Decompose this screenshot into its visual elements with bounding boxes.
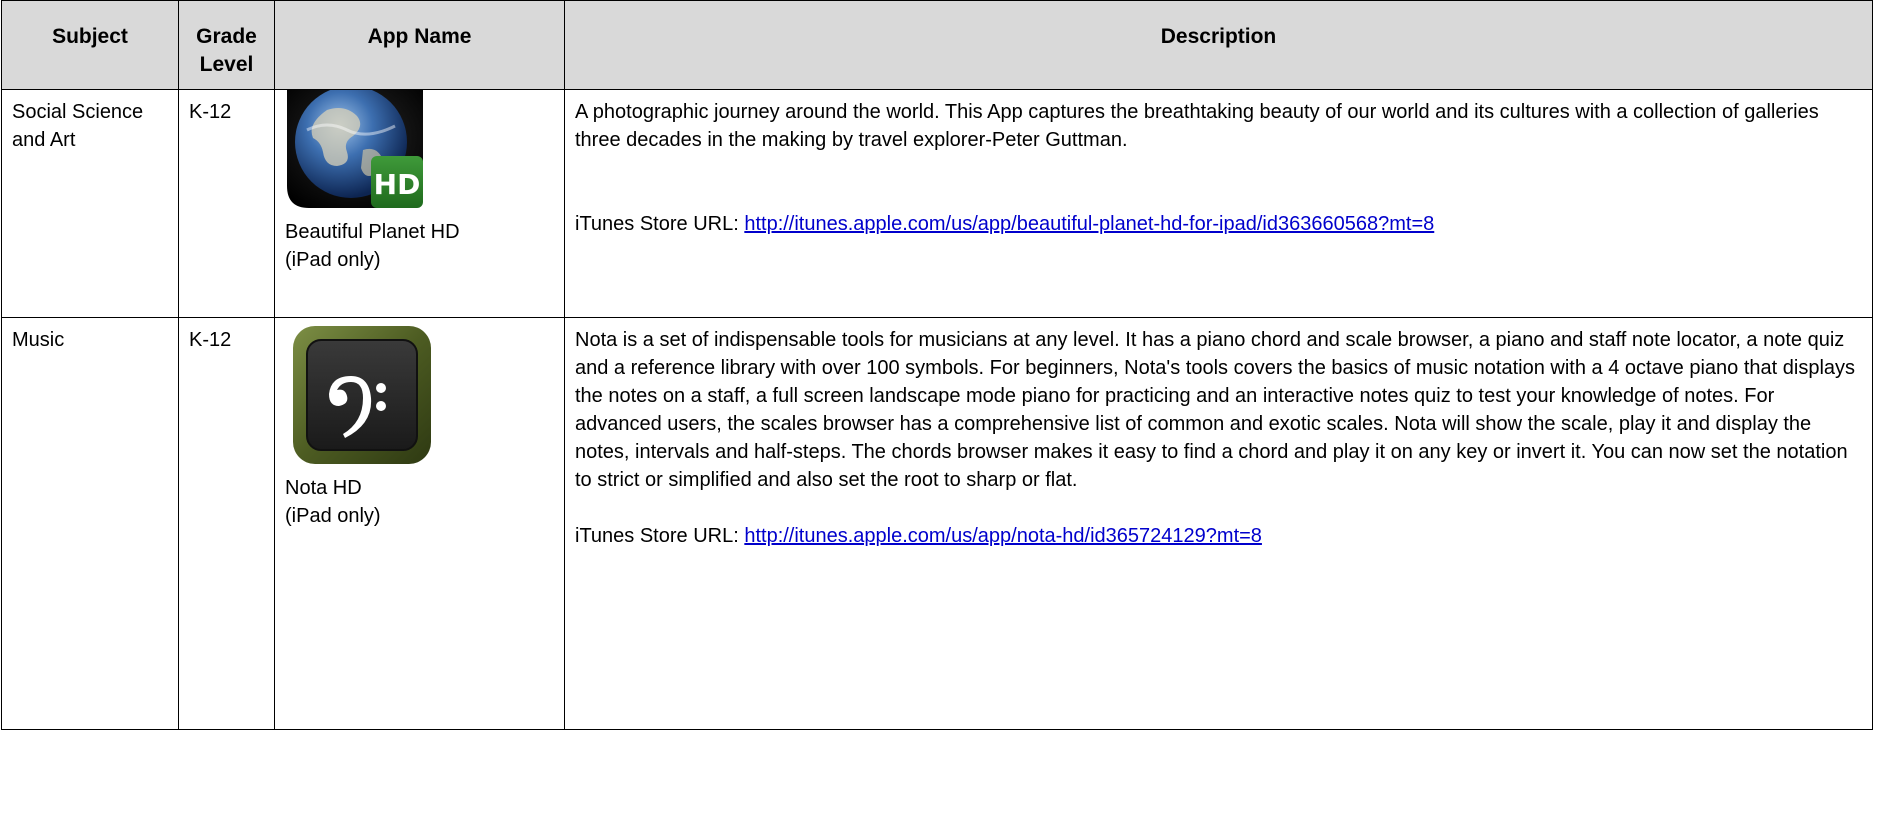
itunes-link[interactable]: http://itunes.apple.com/us/app/beautiful… [744,213,1434,235]
table-row: Music K-12 Nota HD (iPad only) Nota is a… [1,317,1873,730]
table-row: Social Science and Art K-12 HD Beautiful… [1,86,1873,318]
description-text: Nota is a set of indispensable tools for… [575,329,1856,491]
header-grade-level: Grade Level [178,0,275,90]
header-subject: Subject [1,0,179,90]
svg-text:HD: HD [374,168,421,201]
app-name-cell: HD Beautiful Planet HD (iPad only) [274,86,565,318]
app-platform-note: (iPad only) [285,505,381,527]
globe-hd-icon: HD [287,86,554,216]
description-cell: Nota is a set of indispensable tools for… [564,317,1873,730]
url-line: iTunes Store URL: http://itunes.apple.co… [575,210,1862,238]
description-cell: A photographic journey around the world.… [564,89,1873,318]
header-app-name: App Name [274,0,565,90]
app-name-label: Nota HD [285,477,362,499]
header-row: Subject Grade Level App Name Description [1,0,1873,90]
header-description: Description [564,0,1873,90]
subject-cell: Music [1,317,179,730]
app-name-cell: Nota HD (iPad only) [274,317,565,730]
bass-clef-icon [293,326,554,472]
app-name-label: Beautiful Planet HD [285,221,460,243]
grade-cell: K-12 [178,317,275,730]
subject-cell: Social Science and Art [1,89,179,318]
url-line: iTunes Store URL: http://itunes.apple.co… [575,522,1862,550]
app-platform-note: (iPad only) [285,249,381,271]
description-text: A photographic journey around the world.… [575,101,1819,151]
url-label: iTunes Store URL: [575,525,745,547]
url-label: iTunes Store URL: [575,213,745,235]
apps-table: Subject Grade Level App Name Description… [1,0,1873,730]
grade-cell: K-12 [178,89,275,318]
itunes-link[interactable]: http://itunes.apple.com/us/app/nota-hd/i… [744,525,1262,547]
